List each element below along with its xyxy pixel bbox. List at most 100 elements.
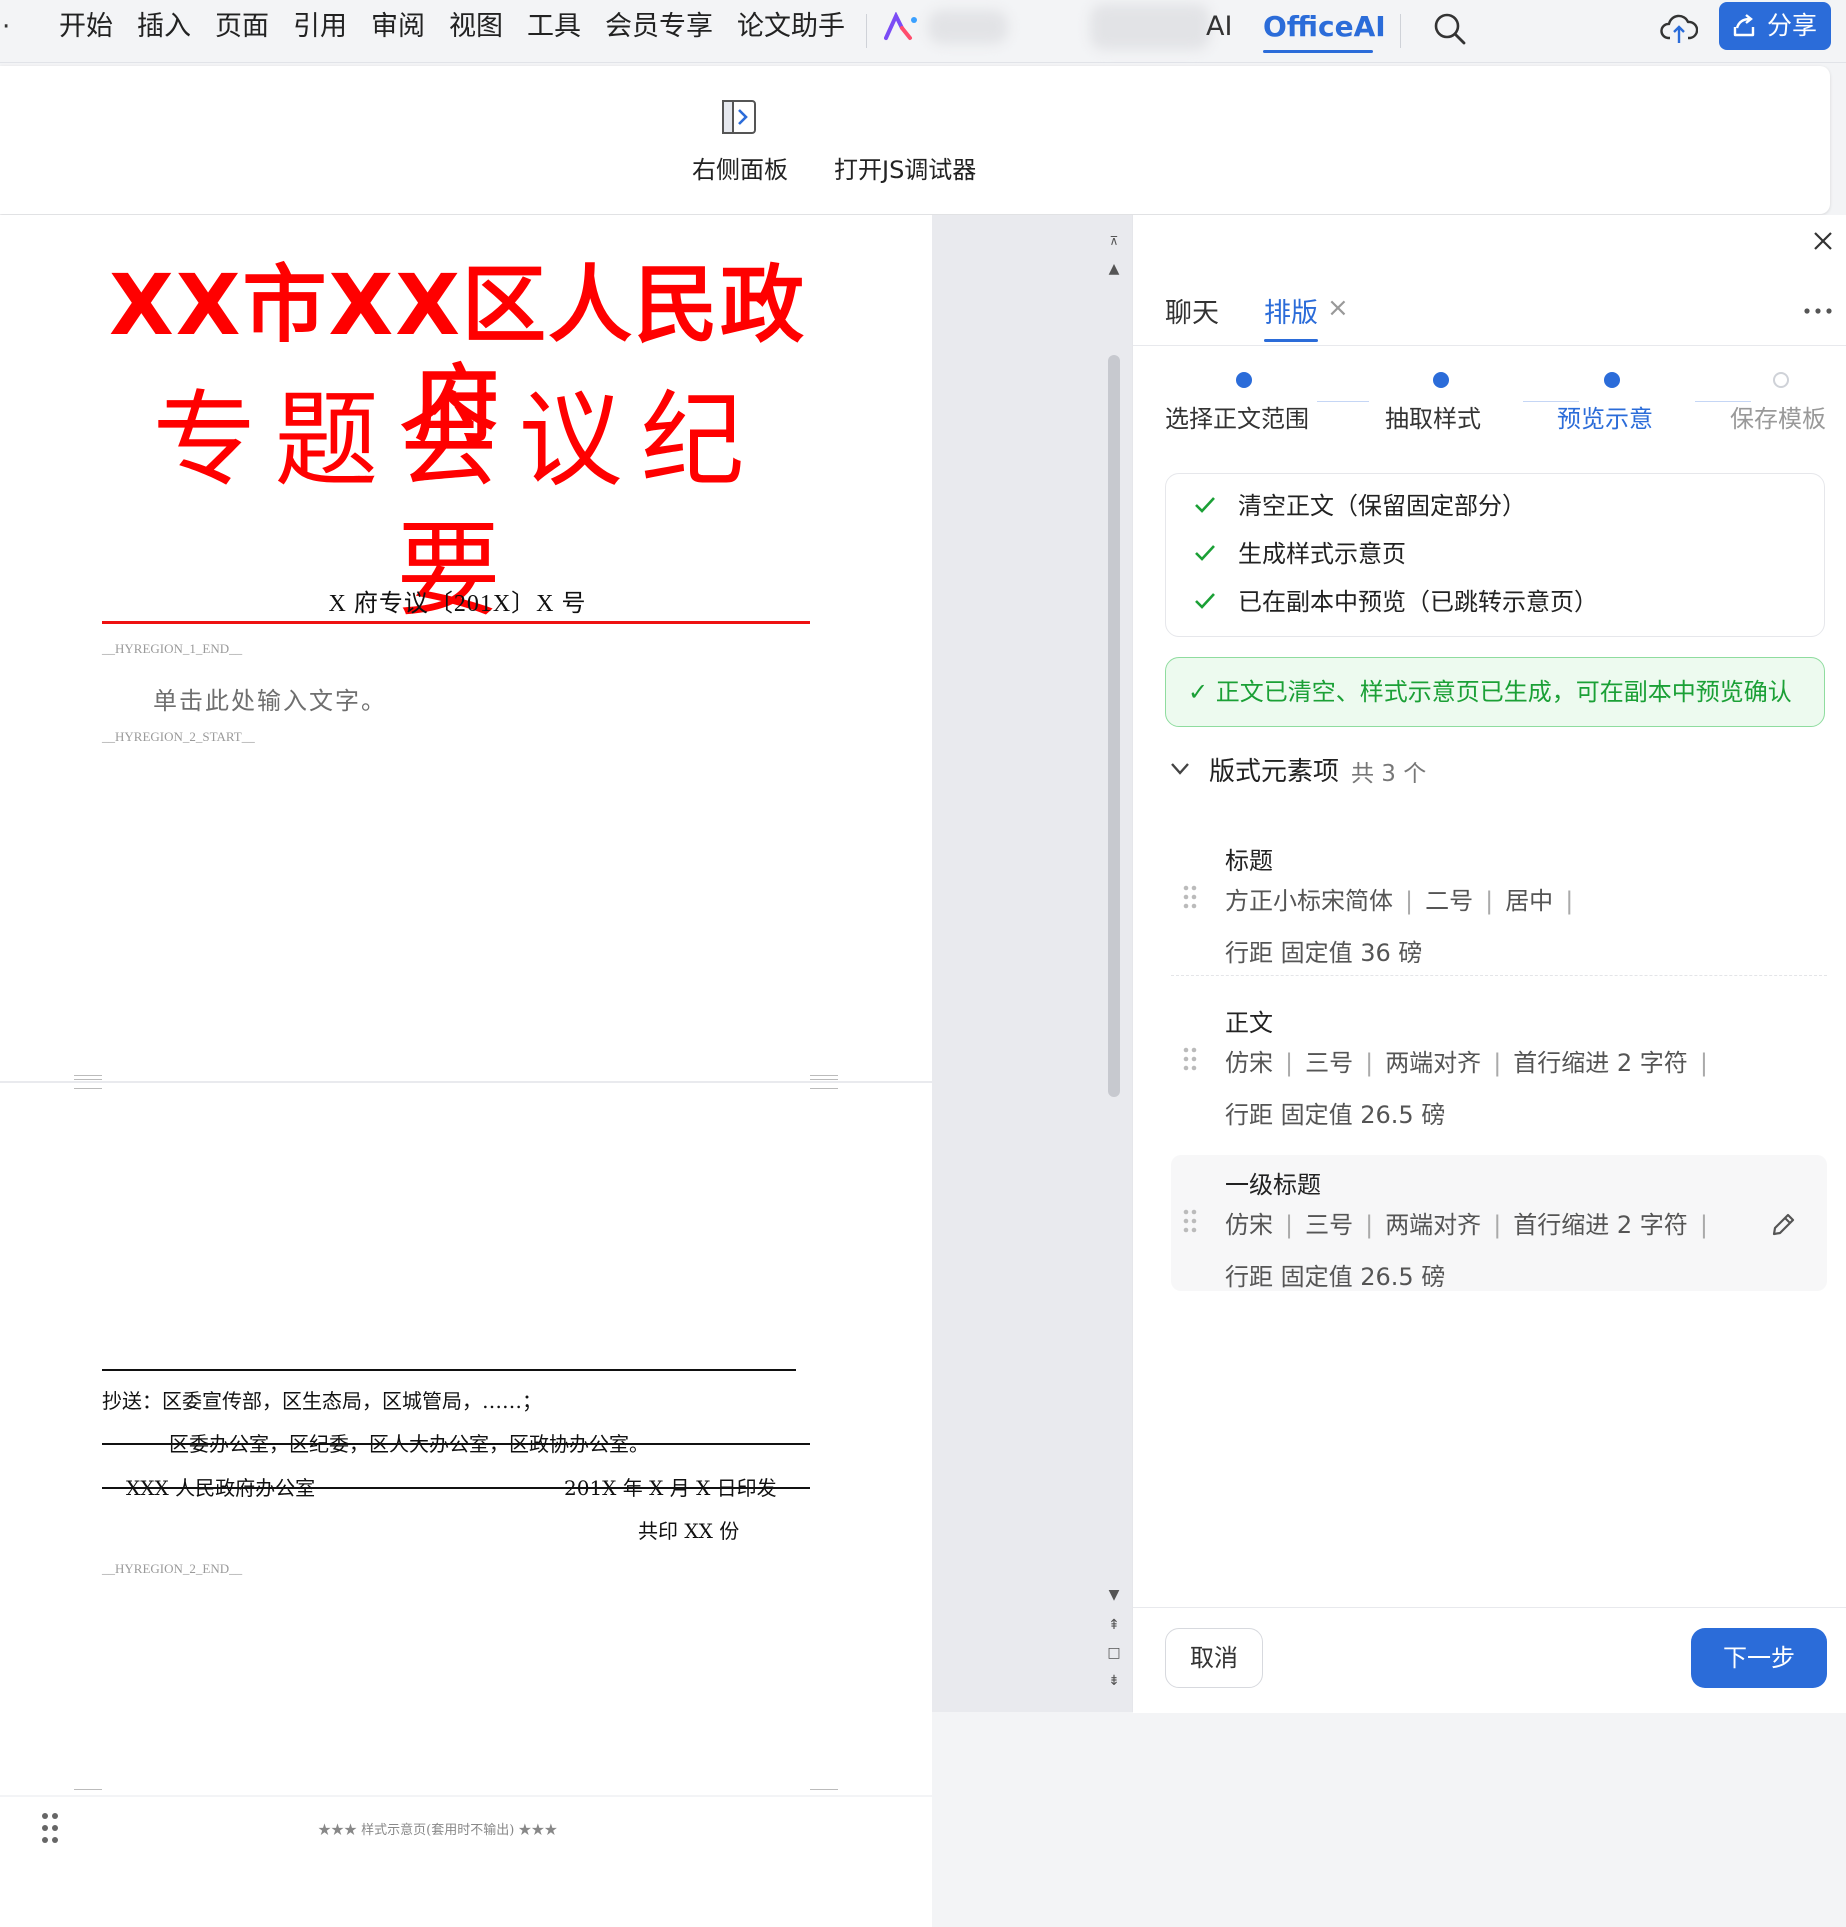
drag-handle-icon[interactable] — [40, 1811, 60, 1845]
scroll-thumb[interactable] — [1108, 355, 1120, 1097]
step-connector — [1317, 401, 1369, 402]
element-properties: 方正小标宋简体 | 二号 | 居中 | — [1225, 887, 1574, 915]
document-canvas[interactable]: XX市XX区人民政府 专题会议纪要 X 府专议〔201X〕X 号 __HYREG… — [0, 215, 1132, 1927]
step-label-preview: 预览示意 — [1557, 405, 1653, 433]
region-2-start-marker: __HYREGION_2_START__ — [102, 729, 255, 744]
menu-page[interactable]: 页面 — [215, 8, 269, 46]
drag-handle-icon[interactable] — [1183, 1047, 1197, 1071]
right-panel-icon[interactable] — [720, 98, 758, 136]
document-scrollbar[interactable]: ⊼ ▲ ▼ ⇞ □ ⇟ — [1100, 215, 1132, 1712]
page-corner-mark — [810, 1079, 838, 1089]
menu-paper-assistant[interactable]: 论文助手 — [737, 8, 845, 46]
scroll-up-icon[interactable]: ▲ — [1104, 259, 1124, 279]
step-dot-extract-style — [1433, 372, 1449, 388]
next-page-icon[interactable]: ⇟ — [1104, 1671, 1124, 1691]
more-options-icon[interactable] — [1803, 307, 1833, 315]
select-browse-object-icon[interactable]: □ — [1104, 1643, 1124, 1663]
scroll-down-icon[interactable]: ▼ — [1104, 1585, 1124, 1605]
element-title: 标题 — [1225, 847, 1273, 875]
style-element-card[interactable]: 一级标题 仿宋 | 三号 | 两端对齐 | 首行缩进 2 字符 | 行距 固定值 26.5 磅 — [1171, 1155, 1827, 1291]
ai-tab-fragment[interactable]: AI — [1206, 8, 1232, 46]
document-page-2[interactable]: 抄送：区委宣传部，区生态局，区城管局，……； 区委办公室，区纪委，区人大办公室，… — [0, 1079, 932, 1799]
overflow-dot-icon[interactable]: · — [2, 12, 10, 42]
card-divider — [1171, 975, 1827, 976]
print-copies[interactable]: 共印 XX 份 — [638, 1515, 739, 1544]
document-page-1[interactable]: XX市XX区人民政府 专题会议纪要 X 府专议〔201X〕X 号 __HYREG… — [0, 215, 932, 1085]
element-prop: 方正小标宋简体 — [1225, 887, 1393, 915]
drag-handle-icon[interactable] — [1183, 885, 1197, 909]
scroll-split-icon[interactable]: ⊼ — [1104, 231, 1124, 251]
red-separator-line — [102, 621, 810, 624]
blurred-tab — [928, 10, 1008, 44]
top-menu-bar: · 开始 插入 页面 引用 审阅 视图 工具 会员专享 论文助手 AI Offi… — [0, 0, 1846, 63]
drag-handle-icon[interactable] — [1183, 1209, 1197, 1233]
checklist-text: 清空正文（保留固定部分） — [1238, 492, 1526, 520]
checklist-text: 已在副本中预览（已跳转示意页） — [1238, 588, 1598, 616]
check-icon — [1195, 497, 1215, 513]
element-prop: 两端对齐 — [1385, 1049, 1482, 1077]
element-title: 正文 — [1225, 1009, 1273, 1037]
share-icon — [1733, 14, 1755, 37]
previous-page-icon[interactable]: ⇞ — [1104, 1615, 1124, 1635]
cancel-button[interactable]: 取消 — [1165, 1628, 1263, 1688]
step-label-select-range: 选择正文范围 — [1165, 405, 1309, 433]
tab-officeai[interactable]: OfficeAI — [1263, 8, 1386, 46]
blurred-tab — [1090, 4, 1210, 50]
next-step-button[interactable]: 下一步 — [1691, 1628, 1827, 1688]
edit-pencil-icon[interactable] — [1769, 1211, 1797, 1239]
checklist-text: 生成样式示意页 — [1238, 540, 1406, 568]
element-prop: 三号 — [1305, 1049, 1354, 1077]
menu-view[interactable]: 视图 — [449, 8, 503, 46]
panel-tab-bar: 聊天 排版 × — [1133, 265, 1846, 346]
cc-bottom-rule — [102, 1443, 810, 1445]
tab-chat[interactable]: 聊天 — [1165, 291, 1219, 330]
tab-layout[interactable]: 排版 — [1264, 291, 1318, 330]
success-banner: ✓ 正文已清空、样式示意页已生成，可在副本中预览确认 — [1165, 657, 1825, 727]
panel-footer: 取消 下一步 — [1133, 1607, 1846, 1713]
menu-separator — [866, 14, 867, 48]
menu-start[interactable]: 开始 — [59, 8, 113, 46]
page-corner-mark — [74, 1079, 102, 1089]
region-1-end-marker: __HYREGION_1_END__ — [102, 641, 243, 656]
ribbon-toolbar: 右侧面板 打开JS调试器 — [0, 66, 1830, 214]
style-element-card[interactable]: 标题 方正小标宋简体 | 二号 | 居中 | 行距 固定值 36 磅 — [1171, 831, 1827, 967]
element-properties: 仿宋 | 三号 | 两端对齐 | 首行缩进 2 字符 | — [1225, 1049, 1708, 1077]
style-element-card[interactable]: 正文 仿宋 | 三号 | 两端对齐 | 首行缩进 2 字符 | 行距 固定值 26.5 磅 — [1171, 993, 1827, 1129]
document-number[interactable]: X 府专议〔201X〕X 号 — [100, 583, 815, 618]
menu-insert[interactable]: 插入 — [137, 8, 191, 46]
wps-ai-logo-icon[interactable] — [884, 12, 920, 42]
active-tab-underline — [1264, 339, 1318, 342]
element-prop: 仿宋 — [1225, 1049, 1273, 1077]
step-dot-save-template — [1773, 372, 1789, 388]
body-placeholder[interactable]: 单击此处输入文字。 — [153, 681, 387, 716]
step-dot-select-range — [1236, 372, 1252, 388]
section-title[interactable]: 版式元素项 — [1209, 751, 1339, 788]
element-line-spacing: 行距 固定值 26.5 磅 — [1225, 1263, 1446, 1291]
js-debugger-button[interactable]: 打开JS调试器 — [834, 150, 976, 185]
element-prop: 首行缩进 2 字符 — [1513, 1211, 1688, 1239]
share-button[interactable]: 分享 — [1719, 2, 1831, 50]
issue-bottom-rule — [102, 1487, 810, 1489]
menu-tools[interactable]: 工具 — [527, 8, 581, 46]
document-page-3[interactable]: ★★★ 样式示意页(套用时不输出) ★★★ — [0, 1797, 932, 1927]
menu-review[interactable]: 审阅 — [371, 8, 425, 46]
menu-member[interactable]: 会员专享 — [605, 8, 713, 46]
element-prop: 仿宋 — [1225, 1211, 1273, 1239]
close-icon[interactable] — [1811, 229, 1835, 253]
tab-close-icon[interactable]: × — [1327, 293, 1349, 323]
cc-line-1[interactable]: 抄送：区委宣传部，区生态局，区城管局，……； — [102, 1385, 542, 1414]
search-icon[interactable] — [1433, 12, 1467, 46]
element-properties: 仿宋 | 三号 | 两端对齐 | 首行缩进 2 字符 | — [1225, 1211, 1708, 1239]
element-line-spacing: 行距 固定值 26.5 磅 — [1225, 1101, 1446, 1129]
menu-separator — [1400, 14, 1401, 48]
right-panel-button[interactable]: 右侧面板 — [692, 150, 788, 185]
element-prop: 三号 — [1305, 1211, 1354, 1239]
element-prop: 居中 — [1505, 887, 1554, 915]
menu-reference[interactable]: 引用 — [293, 8, 347, 46]
element-prop: 两端对齐 — [1385, 1211, 1482, 1239]
cloud-upload-icon[interactable] — [1660, 12, 1698, 46]
style-preview-caption: ★★★ 样式示意页(套用时不输出) ★★★ — [318, 1823, 558, 1838]
element-prop: 二号 — [1425, 887, 1474, 915]
element-prop: 首行缩进 2 字符 — [1513, 1049, 1688, 1077]
chevron-down-icon[interactable] — [1169, 761, 1191, 777]
